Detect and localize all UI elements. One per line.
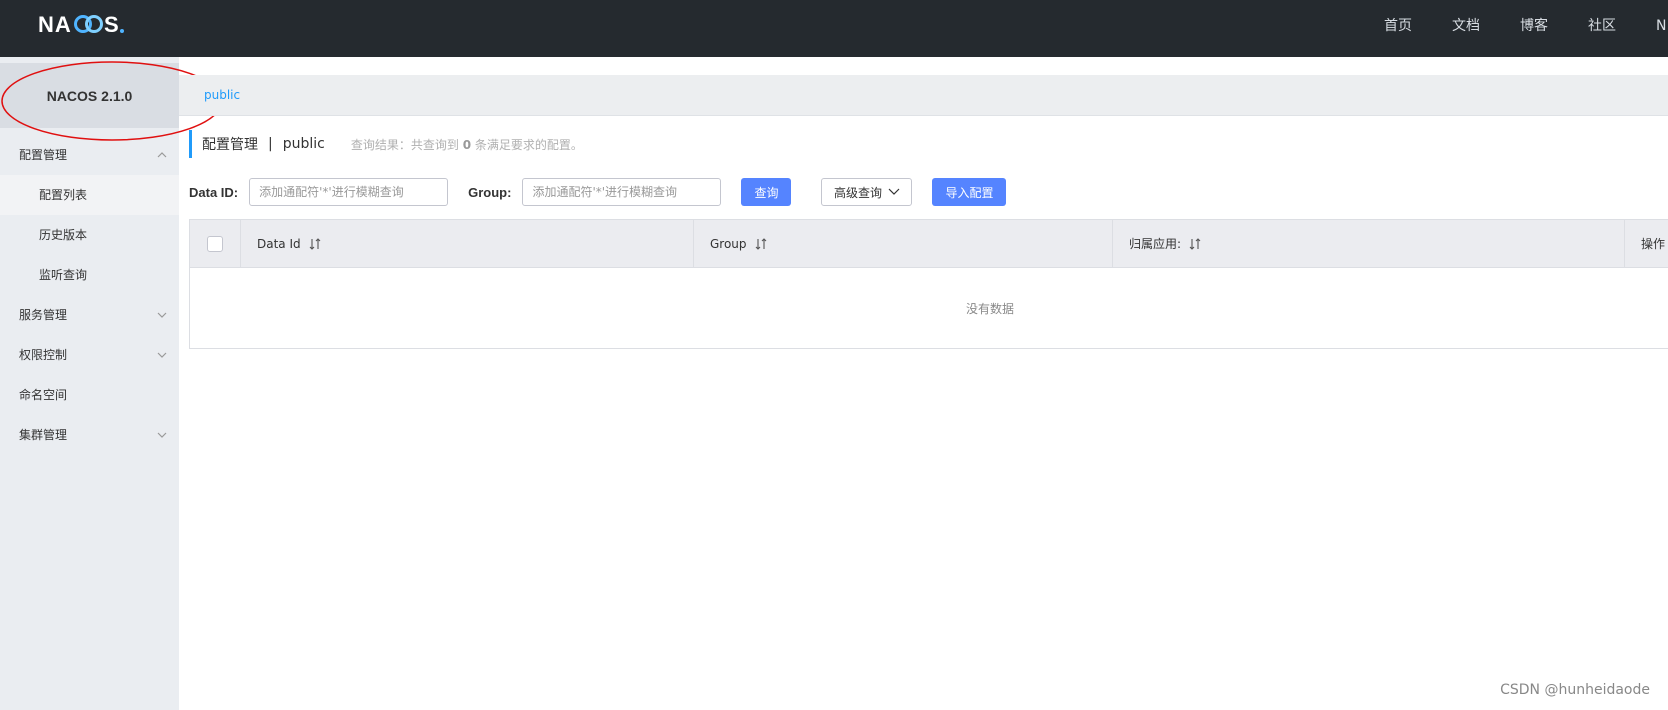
query-result-summary: 查询结果：共查询到 0 条满足要求的配置。 bbox=[351, 136, 583, 153]
namespace-link-public[interactable]: public bbox=[204, 88, 240, 102]
nacos-logo[interactable]: NA S bbox=[38, 12, 133, 36]
chevron-down-icon bbox=[157, 312, 167, 318]
sort-icon[interactable] bbox=[309, 237, 321, 250]
sidebar-item-history[interactable]: 历史版本 bbox=[0, 215, 179, 255]
page-title-section: 配置管理 bbox=[202, 137, 258, 153]
config-table: Data Id Group 归属应用: 操作 没有数据 bbox=[189, 219, 1668, 349]
empty-state: 没有数据 bbox=[965, 301, 1014, 316]
column-label: 归属应用: bbox=[1129, 237, 1182, 251]
nav-home[interactable]: 首页 bbox=[1384, 16, 1412, 36]
sort-icon[interactable] bbox=[1189, 237, 1201, 250]
column-actions: 操作 bbox=[1625, 220, 1668, 267]
sort-icon[interactable] bbox=[755, 237, 767, 250]
sidebar-item-label: 权限控制 bbox=[19, 348, 68, 362]
version-label: NACOS 2.1.0 bbox=[0, 63, 179, 128]
svg-text:S: S bbox=[104, 12, 120, 36]
top-navigation-bar: NA S 首页 文档 博客 社区 N bbox=[0, 0, 1668, 57]
chevron-down-icon bbox=[157, 352, 167, 358]
sidebar-item-label: 集群管理 bbox=[19, 428, 68, 442]
advanced-query-label: 高级查询 bbox=[833, 185, 882, 200]
nav-community[interactable]: 社区 bbox=[1588, 16, 1616, 36]
import-config-button[interactable]: 导入配置 bbox=[932, 178, 1007, 206]
page-title: 配置管理 | public 查询结果：共查询到 0 条满足要求的配置。 bbox=[189, 130, 583, 158]
top-nav: 首页 文档 博客 社区 N bbox=[1384, 16, 1668, 36]
column-data-id[interactable]: Data Id bbox=[241, 220, 694, 267]
advanced-query-button[interactable]: 高级查询 bbox=[821, 178, 913, 206]
sidebar-menu: 配置管理 配置列表 历史版本 监听查询 服务管理 权限控制 命名空间 集群管理 bbox=[0, 135, 179, 455]
group-input[interactable]: 添加通配符'*'进行模糊查询 bbox=[522, 178, 722, 206]
watermark: CSDN @hunheidaode bbox=[1500, 682, 1650, 698]
sidebar-item-label: 命名空间 bbox=[19, 388, 68, 402]
sidebar-item-service-management[interactable]: 服务管理 bbox=[0, 295, 179, 335]
sidebar-item-namespace[interactable]: 命名空间 bbox=[0, 375, 179, 415]
chevron-down-icon bbox=[157, 432, 167, 438]
select-all-checkbox[interactable] bbox=[207, 235, 223, 252]
sidebar: NACOS 2.1.0 配置管理 配置列表 历史版本 监听查询 服务管理 权限控… bbox=[0, 57, 179, 710]
chevron-up-icon bbox=[157, 152, 167, 158]
nav-more[interactable]: N bbox=[1656, 16, 1668, 36]
svg-text:NA: NA bbox=[38, 12, 72, 36]
column-app[interactable]: 归属应用: bbox=[1113, 220, 1625, 267]
sidebar-item-cluster-management[interactable]: 集群管理 bbox=[0, 415, 179, 455]
data-id-input[interactable]: 添加通配符'*'进行模糊查询 bbox=[249, 178, 449, 206]
sidebar-item-label: 监听查询 bbox=[39, 268, 88, 282]
nav-blog[interactable]: 博客 bbox=[1520, 16, 1548, 36]
nacos-logo-mark: NA S bbox=[38, 12, 124, 36]
result-count: 0 bbox=[462, 137, 472, 152]
sidebar-item-label: 配置管理 bbox=[19, 148, 68, 162]
sidebar-item-config-list[interactable]: 配置列表 bbox=[0, 175, 179, 215]
table-header: Data Id Group 归属应用: 操作 bbox=[190, 220, 1668, 268]
column-group[interactable]: Group bbox=[694, 220, 1113, 267]
sidebar-item-label: 服务管理 bbox=[19, 308, 68, 322]
nav-docs[interactable]: 文档 bbox=[1452, 16, 1480, 36]
sidebar-item-label: 配置列表 bbox=[39, 188, 88, 202]
column-label: Group bbox=[710, 236, 747, 251]
sidebar-item-config-management[interactable]: 配置管理 bbox=[0, 135, 179, 175]
column-label: 操作 bbox=[1641, 237, 1666, 251]
query-button[interactable]: 查询 bbox=[741, 178, 792, 206]
search-form: Data ID: 添加通配符'*'进行模糊查询 Group: 添加通配符'*'进… bbox=[189, 178, 1007, 206]
data-id-label: Data ID: bbox=[189, 184, 239, 200]
header-select-all bbox=[190, 220, 241, 267]
group-label: Group: bbox=[468, 184, 512, 200]
sidebar-item-access-control[interactable]: 权限控制 bbox=[0, 335, 179, 375]
chevron-down-icon bbox=[888, 188, 900, 195]
sidebar-item-listener-query[interactable]: 监听查询 bbox=[0, 255, 179, 295]
page-title-namespace: public bbox=[282, 136, 325, 152]
result-prefix: 查询结果：共查询到 bbox=[350, 137, 459, 152]
title-separator: | bbox=[268, 136, 273, 152]
result-suffix: 条满足要求的配置。 bbox=[474, 137, 583, 152]
sidebar-item-label: 历史版本 bbox=[39, 228, 88, 242]
namespace-bar: public bbox=[179, 75, 1668, 116]
column-label: Data Id bbox=[257, 236, 301, 251]
